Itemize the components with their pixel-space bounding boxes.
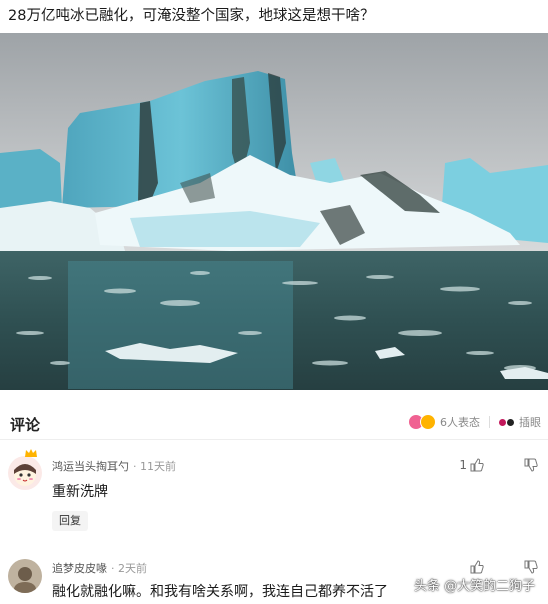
comment-item: 鸿运当头掏耳勺 · 11天前 重新洗牌 回复 1: [0, 449, 548, 550]
comment-meta: 追梦皮皮喙 · 2天前: [52, 560, 147, 576]
crown-icon: [25, 449, 37, 457]
insert-eye-button[interactable]: 插眼: [519, 414, 541, 430]
comment-author[interactable]: 追梦皮皮喙: [52, 562, 107, 575]
like-count: 1: [459, 458, 467, 472]
reply-button[interactable]: 回复: [52, 511, 88, 531]
reaction-count[interactable]: 6人表态: [440, 414, 480, 430]
comment-author[interactable]: 鸿运当头掏耳勺: [52, 460, 129, 473]
thumbs-up-icon: [470, 560, 484, 574]
comments-header: 评论 6人表态 插眼: [0, 404, 548, 440]
comment-text: 融化就融化嘛。和我有啥关系啊，我连自己都养不活了: [52, 584, 388, 600]
reaction-summary[interactable]: 6人表态 插眼: [408, 414, 541, 430]
comment-meta: 鸿运当头掏耳勺 · 11天前: [52, 458, 176, 474]
glacier-photo[interactable]: [0, 33, 548, 390]
eyes-icon[interactable]: [499, 418, 515, 426]
comment-time: · 11天前: [133, 460, 176, 473]
like-button[interactable]: [470, 560, 484, 574]
comments-title: 评论: [10, 416, 41, 434]
thumbs-down-icon[interactable]: [524, 458, 538, 472]
divider: [489, 416, 490, 428]
like-button[interactable]: 1: [459, 458, 484, 472]
thumbs-down-icon[interactable]: [524, 560, 538, 574]
post-headline[interactable]: 28万亿吨冰已融化，可淹没整个国家，地球这是想干啥？: [8, 6, 544, 26]
watermark: 头条 @大笑的二狗子: [414, 579, 536, 594]
comment-text: 重新洗牌: [52, 484, 108, 500]
comment-time: · 2天前: [111, 562, 147, 575]
thumbs-up-icon: [470, 458, 484, 472]
emoji-face-icon: [420, 414, 436, 430]
avatar[interactable]: [8, 456, 42, 490]
avatar[interactable]: [8, 559, 42, 593]
